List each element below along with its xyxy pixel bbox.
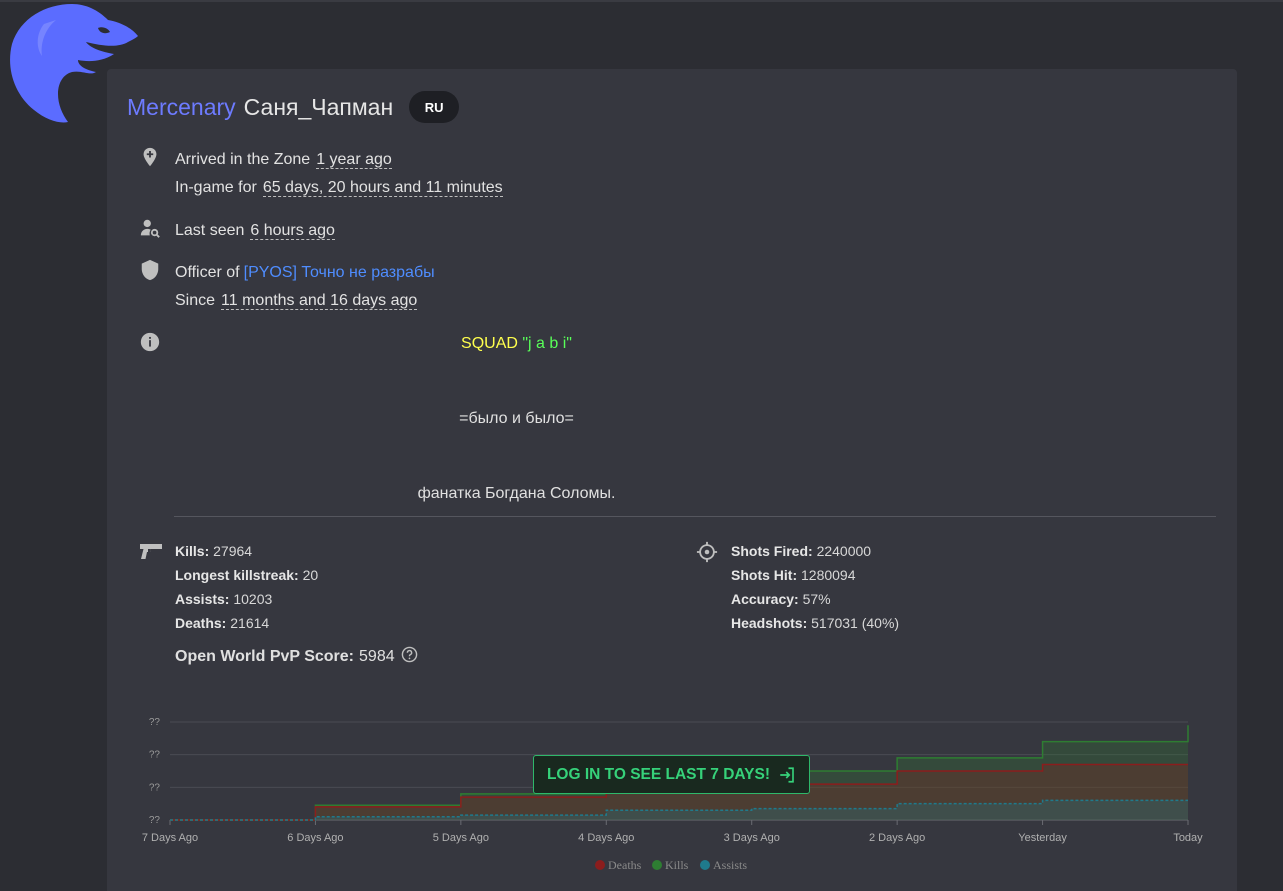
y-tick-label: ?? (149, 782, 161, 793)
login-button[interactable]: LOG IN TO SEE LAST 7 DAYS! (533, 755, 810, 794)
login-button-label: LOG IN TO SEE LAST 7 DAYS! (546, 765, 771, 783)
x-tick-label: Yesterday (1018, 832, 1067, 844)
x-tick-label: Today (1173, 832, 1203, 844)
y-tick-label: ?? (149, 717, 161, 728)
legend-marker-kills (652, 860, 662, 870)
x-tick-label: 2 Days Ago (869, 832, 925, 844)
y-tick-label: ?? (149, 750, 161, 761)
x-tick-label: 6 Days Ago (287, 832, 343, 844)
legend-marker-deaths (595, 860, 605, 870)
eagle-logo-icon[interactable] (6, 2, 140, 124)
x-tick-label: 3 Days Ago (724, 832, 780, 844)
y-tick-label: ?? (149, 815, 161, 826)
x-tick-label: 5 Days Ago (433, 832, 489, 844)
legend-label-kills: Kills (665, 858, 689, 872)
x-tick-label: 7 Days Ago (142, 832, 198, 844)
login-arrow-icon (780, 766, 794, 783)
legend-label-deaths: Deaths (608, 858, 642, 872)
legend-marker-assists (700, 860, 710, 870)
legend-label-assists: Assists (713, 858, 747, 872)
x-tick-label: 4 Days Ago (578, 832, 634, 844)
